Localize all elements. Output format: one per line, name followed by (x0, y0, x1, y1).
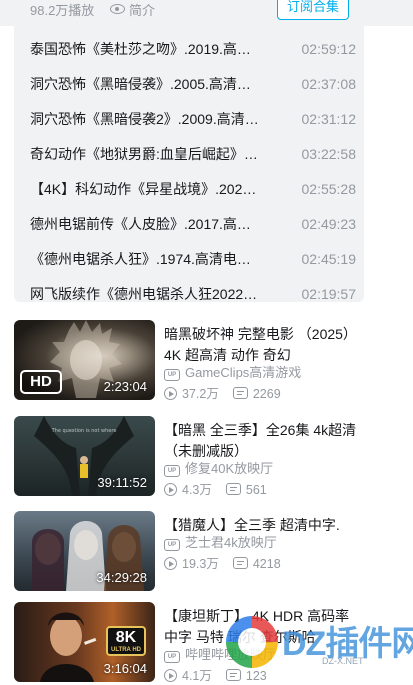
episode-item[interactable]: 洞穴恐怖《黑暗侵袭2》.2009.高清… 02:31:12 (30, 102, 356, 137)
danmaku-icon (225, 483, 241, 495)
video-card[interactable]: HD 2:23:04 暗黑破坏神 完整电影 （2025）4K 超高清 动作 奇幻… (14, 320, 404, 402)
video-card[interactable]: 34:29:28 【猎魔人】全三季 超清中字. UP 芝士君4k放映厅 19.3万… (14, 511, 404, 593)
play-count: 98.2万播放 (30, 3, 95, 18)
video-thumbnail[interactable]: The question is not where 39:11:52 (14, 416, 155, 496)
site-watermark: DZ插件网 DZ-X.NET (222, 612, 413, 682)
episode-duration: 02:31:12 (301, 111, 357, 127)
intro-label: 简介 (129, 3, 156, 18)
up-icon: UP (164, 539, 180, 551)
video-thumbnail[interactable]: 8K ULTRA HD 3:16:04 (14, 602, 155, 682)
video-duration: 39:11:52 (97, 475, 147, 490)
video-duration: 34:29:28 (96, 570, 147, 585)
video-title[interactable]: 暗黑破坏神 完整电影 （2025）4K 超高清 动作 奇幻 (164, 324, 364, 366)
episode-item[interactable]: 德州电锯前传《人皮脸》.2017.高… 02:49:23 (30, 207, 356, 242)
subscribe-collection-button[interactable]: 订阅合集 (277, 0, 349, 20)
eye-icon (110, 4, 125, 14)
video-thumbnail[interactable]: HD 2:23:04 (14, 320, 155, 400)
intro-link[interactable]: 简介 (110, 0, 155, 19)
danmaku-count: 561 (245, 483, 267, 497)
episode-title: 奇幻动作《地狱男爵:血皇后崛起》… (30, 146, 258, 162)
video-thumbnail[interactable]: 34:29:28 (14, 511, 155, 591)
uploader[interactable]: UP GameClips高清游戏 (164, 362, 301, 381)
episode-duration: 03:22:58 (301, 146, 357, 162)
episode-title: 《德州电锯杀人狂》.1974.高清电… (30, 251, 251, 267)
episode-duration: 02:37:08 (301, 76, 357, 92)
danmaku-icon (232, 557, 248, 569)
watermark-subtext: DZ-X.NET (322, 656, 364, 666)
episode-duration: 02:49:23 (301, 216, 357, 232)
episode-title: 德州电锯前传《人皮脸》.2017.高… (30, 216, 251, 232)
play-circle-icon (164, 669, 177, 682)
episode-title: 泰国恐怖《美杜莎之吻》.2019.高… (30, 41, 251, 57)
video-stats: 19.3万 4218 (164, 553, 281, 572)
play-circle-icon (164, 387, 177, 400)
episode-title: 网飞版续作《德州电锯杀人狂2022… (30, 286, 258, 302)
up-icon: UP (164, 465, 180, 477)
uploader-name: GameClips高清游戏 (185, 365, 302, 380)
view-count: 4.3万 (182, 483, 212, 497)
episode-title: 洞穴恐怖《黑暗侵袭》.2005.高清… (30, 76, 251, 92)
episode-item[interactable]: 奇幻动作《地狱男爵:血皇后崛起》… 03:22:58 (30, 137, 356, 172)
uploader[interactable]: UP 芝士君4k放映厅 (164, 532, 277, 551)
danmaku-count: 4218 (252, 557, 281, 571)
episode-duration: 02:55:28 (301, 181, 357, 197)
hd-badge: HD (20, 370, 62, 394)
danmaku-icon (232, 387, 248, 399)
episode-item[interactable]: 【4K】科幻动作《异星战境》.202… 02:55:28 (30, 172, 356, 207)
up-icon: UP (164, 651, 180, 663)
episode-duration: 02:19:57 (301, 286, 357, 302)
episode-duration: 02:45:19 (301, 251, 357, 267)
uploader-name: 修复40K放映厅 (185, 461, 274, 476)
svg-text:The question is not where: The question is not where (51, 428, 117, 434)
episode-item[interactable]: 《德州电锯杀人狂》.1974.高清电… 02:45:19 (30, 242, 356, 277)
up-icon: UP (164, 369, 180, 381)
video-duration: 2:23:04 (103, 379, 147, 394)
collection-header: 98.2万播放 简介 订阅合集 (0, 0, 413, 26)
8k-badge-sub: ULTRA HD (111, 647, 141, 653)
watermark-logo-icon (226, 616, 278, 668)
8k-badge-main: 8K (115, 629, 137, 646)
video-title[interactable]: 【暗黑 全三季】全26集 4k超清（未删减版） (164, 420, 364, 462)
episode-item[interactable]: 泰国恐怖《美杜莎之吻》.2019.高… 02:59:12 (30, 32, 356, 67)
video-card[interactable]: The question is not where 39:11:52 【暗黑 全… (14, 416, 404, 498)
view-count: 19.3万 (182, 557, 219, 571)
danmaku-count: 2269 (252, 387, 281, 401)
episode-item[interactable]: 网飞版续作《德州电锯杀人狂2022… 02:19:57 (30, 277, 356, 302)
play-circle-icon (164, 483, 177, 496)
episode-title: 【4K】科幻动作《异星战境》.202… (30, 181, 257, 197)
video-stats: 37.2万 2269 (164, 383, 281, 402)
episode-duration: 02:59:12 (301, 41, 357, 57)
uploader[interactable]: UP 修复40K放映厅 (164, 458, 273, 477)
episode-title: 洞穴恐怖《黑暗侵袭2》.2009.高清… (30, 111, 259, 127)
episode-item[interactable]: 洞穴恐怖《黑暗侵袭》.2005.高清… 02:37:08 (30, 67, 356, 102)
video-stats: 4.3万 561 (164, 479, 267, 498)
8k-badge: 8K ULTRA HD (106, 626, 146, 656)
video-duration: 3:16:04 (103, 661, 147, 676)
episode-list: 泰国恐怖《美杜莎之吻》.2019.高… 02:59:12 洞穴恐怖《黑暗侵袭》.… (14, 26, 364, 302)
uploader-name: 芝士君4k放映厅 (185, 535, 277, 550)
play-circle-icon (164, 557, 177, 570)
view-count: 4.1万 (182, 669, 212, 683)
view-count: 37.2万 (182, 387, 219, 401)
